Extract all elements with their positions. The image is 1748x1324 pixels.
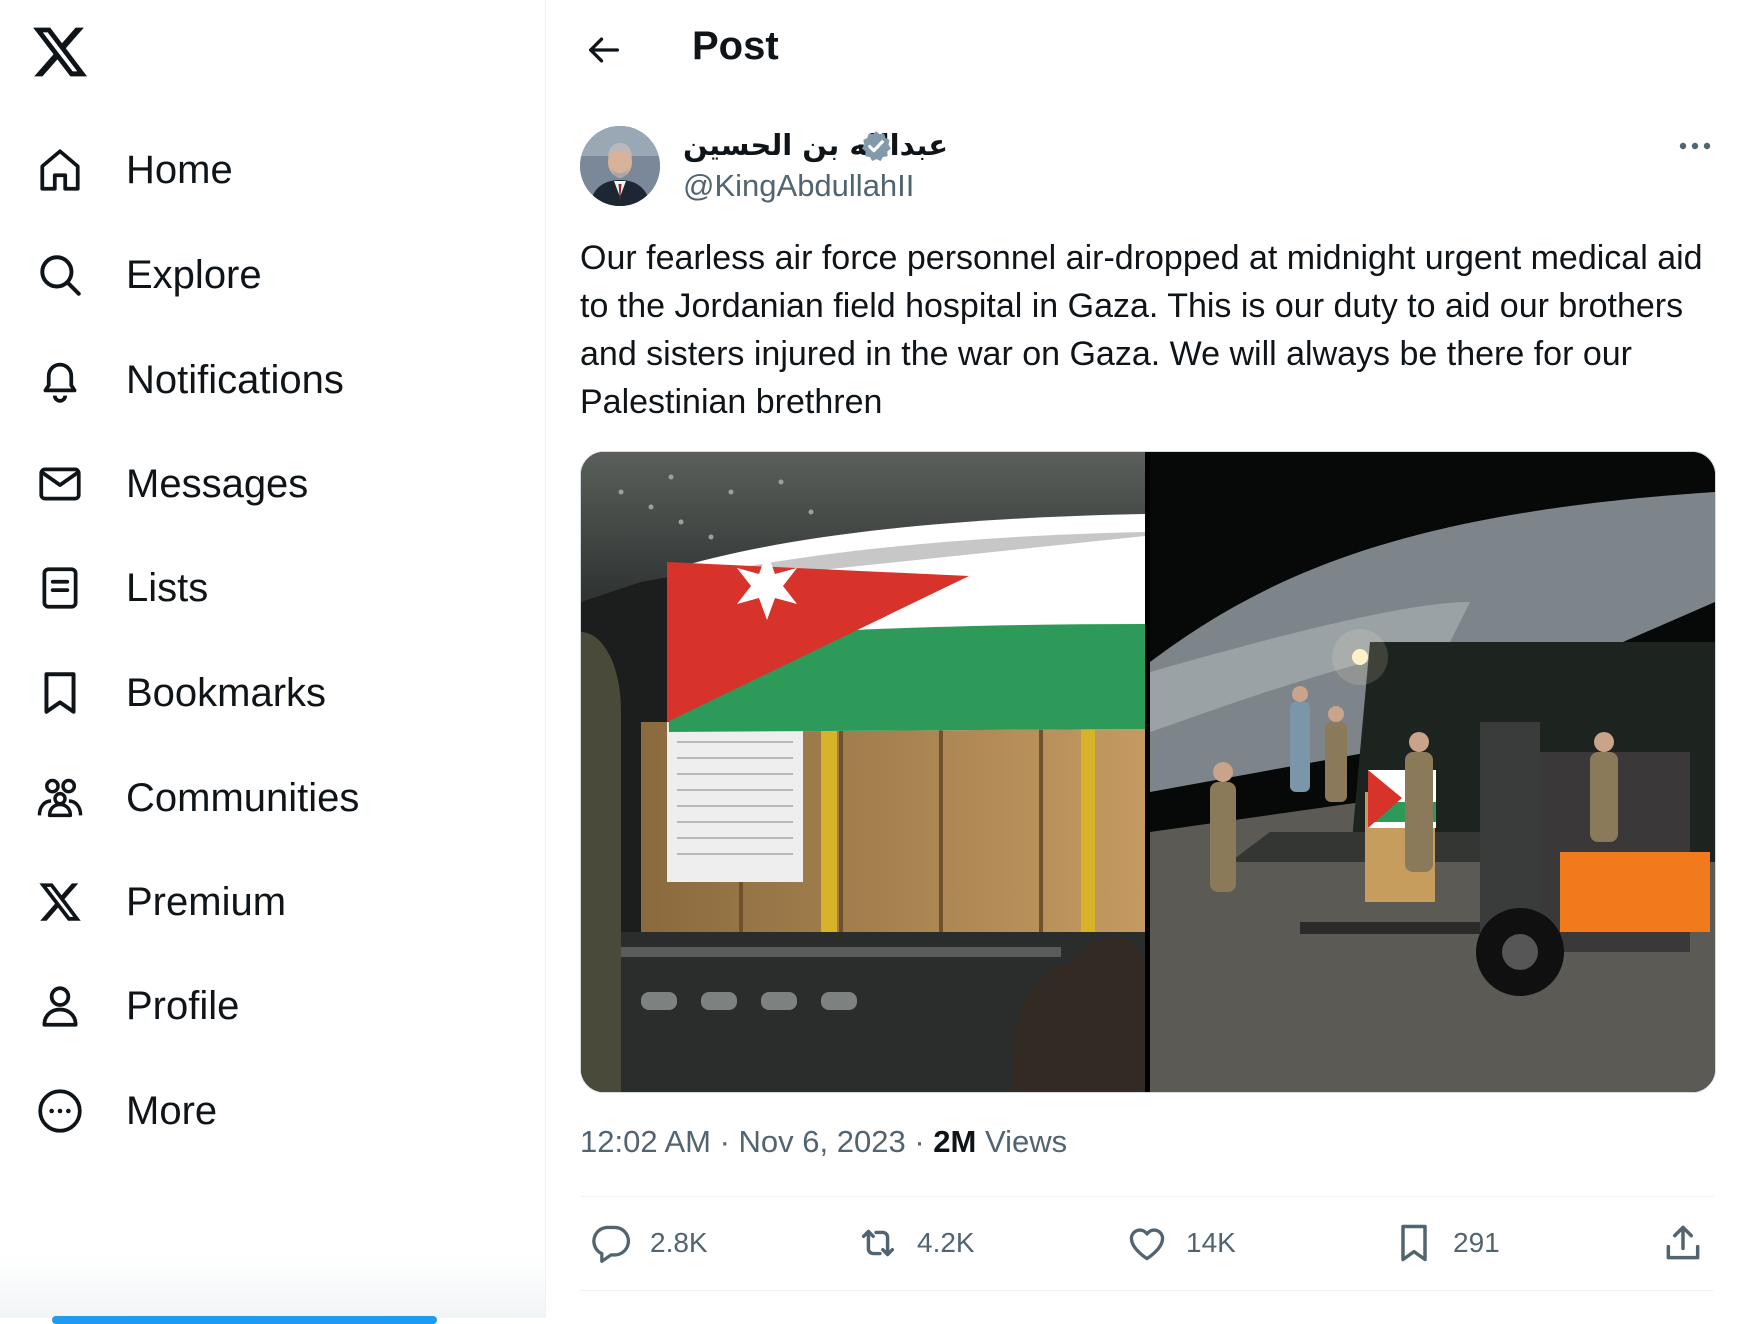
communities-icon [28, 766, 92, 830]
nav-label: Premium [126, 879, 287, 924]
page-title: Post [692, 24, 779, 68]
post-meta: 12:02 AM · Nov 6, 2023 · 2M Views [580, 1124, 1067, 1160]
bookmark-count: 291 [1453, 1227, 1500, 1258]
avatar[interactable] [580, 126, 660, 206]
bookmark-button[interactable]: 291 [1389, 1215, 1500, 1271]
nav-label: Profile [126, 983, 240, 1028]
display-name[interactable]: عبدالله بن الحسين [683, 128, 948, 162]
main-column: Post عبدالله بن الحسين @KingAbdullahII O… [545, 0, 1748, 1318]
envelope-icon [28, 452, 92, 516]
verified-badge-icon[interactable] [859, 129, 893, 163]
nav-item-bookmarks[interactable]: Bookmarks [28, 655, 326, 731]
repost-icon [853, 1218, 903, 1268]
post-date[interactable]: Nov 6, 2023 [739, 1124, 906, 1159]
photo-forklift-loading[interactable] [1150, 452, 1715, 1092]
separator: · [914, 1124, 934, 1159]
nav-label: Home [126, 147, 233, 192]
views-count: 2M [933, 1124, 977, 1159]
bookmark-icon [28, 661, 92, 725]
nav-item-home[interactable]: Home [28, 132, 233, 208]
share-button[interactable] [1658, 1215, 1708, 1271]
person-icon [28, 974, 92, 1038]
nav-fade [0, 1255, 546, 1318]
nav-label: Bookmarks [126, 670, 327, 715]
nav-item-explore[interactable]: Explore [28, 237, 262, 313]
reply-count: 2.8K [650, 1227, 708, 1258]
post-time[interactable]: 12:02 AM [580, 1124, 711, 1159]
left-nav: Home Explore Notifications Messages List… [0, 0, 546, 1324]
nav-item-more[interactable]: More [28, 1073, 217, 1149]
heart-icon [1122, 1218, 1172, 1268]
back-arrow-icon[interactable] [576, 22, 632, 78]
separator: · [719, 1124, 739, 1159]
nav-label: Lists [126, 565, 209, 610]
post-button[interactable] [52, 1316, 437, 1324]
repost-count: 4.2K [917, 1227, 975, 1258]
nav-item-messages[interactable]: Messages [28, 446, 308, 522]
x-logo-icon[interactable] [30, 22, 90, 82]
more-circle-icon [28, 1079, 92, 1143]
share-icon [1658, 1218, 1708, 1268]
nav-label: More [126, 1088, 218, 1133]
reply-icon [586, 1218, 636, 1268]
nav-item-profile[interactable]: Profile [28, 968, 239, 1044]
nav-label: Notifications [126, 357, 344, 402]
user-handle[interactable]: @KingAbdullahII [683, 168, 914, 204]
nav-label: Communities [126, 775, 360, 820]
views-label: Views [984, 1124, 1068, 1159]
home-icon [28, 138, 92, 202]
nav-item-notifications[interactable]: Notifications [28, 342, 344, 418]
more-options-icon[interactable] [1670, 128, 1720, 164]
nav-item-communities[interactable]: Communities [28, 760, 359, 836]
divider [580, 1196, 1714, 1197]
repost-button[interactable]: 4.2K [853, 1215, 975, 1271]
nav-item-lists[interactable]: Lists [28, 550, 208, 626]
search-icon [28, 243, 92, 307]
nav-label: Explore [126, 252, 262, 297]
divider [580, 1290, 1714, 1291]
bell-icon [28, 348, 92, 412]
list-icon [28, 556, 92, 620]
bookmark-icon [1389, 1218, 1439, 1268]
nav-label: Messages [126, 461, 309, 506]
photo-aid-crate-flag[interactable] [581, 452, 1145, 1092]
post-text: Our fearless air force personnel air-dro… [580, 239, 1703, 421]
like-button[interactable]: 14K [1122, 1215, 1236, 1271]
post-media [580, 451, 1716, 1093]
nav-item-premium[interactable]: Premium [28, 864, 286, 940]
x-logo-icon [28, 870, 92, 934]
reply-button[interactable]: 2.8K [586, 1215, 708, 1271]
like-count: 14K [1186, 1227, 1236, 1258]
